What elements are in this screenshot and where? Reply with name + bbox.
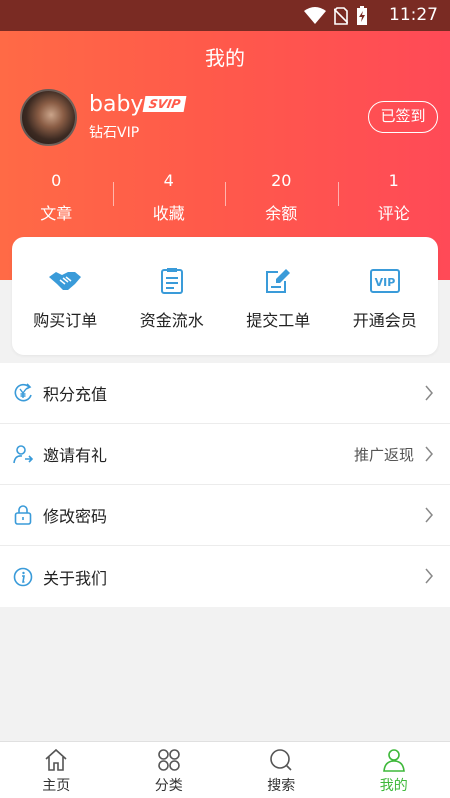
- stat-favorites[interactable]: 4 收藏: [112, 170, 226, 224]
- quick-actions-card: 购买订单 资金流水 提交工单 VIP 开通会员: [12, 237, 438, 355]
- quick-action-label: 提交工单: [246, 311, 311, 330]
- stat-balance[interactable]: 20 余额: [225, 170, 338, 224]
- quick-action-vip[interactable]: VIP 开通会员: [332, 237, 439, 355]
- stat-articles[interactable]: 0 文章: [0, 170, 113, 224]
- chevron-right-icon: [425, 568, 433, 584]
- avatar[interactable]: [20, 89, 77, 146]
- status-time: 11:27: [389, 5, 438, 25]
- user-icon: [382, 749, 405, 772]
- menu-item-change-password[interactable]: 修改密码: [0, 485, 450, 546]
- settings-menu: 积分充值 邀请有礼 推广返现 修改密码 关于我们: [0, 363, 450, 607]
- menu-item-points-recharge[interactable]: 积分充值: [0, 363, 450, 424]
- menu-item-about[interactable]: 关于我们: [0, 546, 450, 607]
- invite-user-icon: [13, 445, 33, 464]
- handshake-icon: [49, 272, 82, 290]
- quick-action-funds[interactable]: 资金流水: [119, 237, 226, 355]
- nav-tab-label: 主页: [42, 778, 71, 794]
- stat-label: 评论: [377, 204, 410, 223]
- menu-item-label: 邀请有礼: [43, 446, 108, 465]
- user-level: 钻石VIP: [89, 125, 140, 141]
- status-bar: 11:27: [0, 0, 450, 31]
- stat-comments[interactable]: 1 评论: [337, 170, 450, 224]
- nav-tab-search[interactable]: 搜索: [225, 742, 338, 798]
- yen-refresh-icon: [14, 383, 32, 402]
- chevron-right-icon: [425, 385, 433, 401]
- stats-row: 0 文章 4 收藏 20 余额 1 评论: [0, 170, 450, 224]
- vip-icon: VIP: [369, 269, 400, 293]
- quick-action-label: 资金流水: [139, 311, 204, 330]
- menu-item-label: 关于我们: [43, 568, 108, 588]
- page-title: 我的: [205, 46, 245, 70]
- nav-tab-home[interactable]: 主页: [0, 742, 113, 798]
- username: baby: [89, 92, 144, 117]
- search-icon: [270, 749, 292, 771]
- status-icons: [304, 6, 368, 26]
- signin-button[interactable]: 已签到: [368, 101, 438, 133]
- stat-value: 4: [163, 171, 174, 190]
- stat-value: 1: [388, 171, 399, 190]
- chevron-right-icon: [425, 507, 433, 523]
- battery-charging-icon: [357, 6, 367, 25]
- quick-action-ticket[interactable]: 提交工单: [225, 237, 332, 355]
- quick-action-orders[interactable]: 购买订单: [12, 237, 119, 355]
- ledger-icon: [160, 268, 183, 294]
- stat-label: 余额: [265, 204, 298, 223]
- category-icon: [157, 749, 180, 771]
- chevron-right-icon: [425, 446, 433, 462]
- nav-tab-label: 搜索: [267, 778, 296, 794]
- menu-item-extra: 推广返现: [353, 445, 414, 464]
- quick-action-label: 开通会员: [352, 311, 417, 330]
- no-sim-icon: [334, 7, 348, 25]
- nav-tab-label: 分类: [154, 778, 183, 794]
- svg-text:VIP: VIP: [374, 276, 395, 289]
- svip-badge: SVIP: [142, 96, 187, 112]
- menu-item-invite[interactable]: 邀请有礼 推广返现: [0, 424, 450, 485]
- menu-item-label: 修改密码: [43, 507, 108, 526]
- quick-action-label: 购买订单: [33, 311, 98, 330]
- edit-ticket-icon: [266, 269, 291, 293]
- wifi-icon: [304, 7, 326, 24]
- stat-value: 0: [51, 171, 62, 190]
- menu-item-label: 积分充值: [43, 385, 108, 404]
- info-icon: [13, 567, 33, 586]
- nav-tab-label: 我的: [379, 778, 408, 794]
- stat-label: 收藏: [152, 204, 185, 223]
- stat-label: 文章: [40, 204, 73, 223]
- home-icon: [45, 748, 67, 771]
- lock-icon: [14, 505, 32, 525]
- bottom-nav: 主页 分类 搜索 我的: [0, 741, 450, 798]
- stat-value: 20: [271, 171, 292, 190]
- nav-tab-mine[interactable]: 我的: [338, 742, 450, 798]
- nav-tab-category[interactable]: 分类: [113, 742, 226, 798]
